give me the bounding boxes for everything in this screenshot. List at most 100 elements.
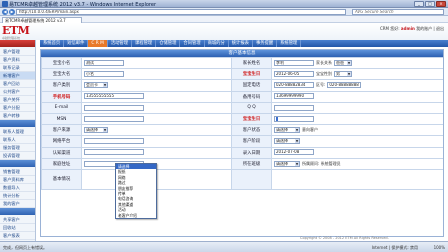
menu-item-1[interactable]: 短信邮件 [64, 40, 89, 47]
sidebar-item[interactable]: 共享客户 [0, 216, 35, 224]
tab-bar: 易TCMR卓越管理系统 2012 v3.7 [0, 16, 448, 23]
sidebar-item[interactable]: 回收站 [0, 224, 35, 232]
field-select[interactable]: 请选择 ▼ [84, 126, 108, 133]
form-row: 手机号码 13555555555 备用号码 13699999990 [41, 90, 443, 103]
menu-item-2[interactable]: C R M [88, 40, 108, 47]
copyright-text: Copyright © 2008 - 2012 ETM All Rights R… [300, 236, 389, 240]
sidebar-item[interactable]: 客户关怀 [0, 96, 35, 104]
field-input[interactable] [274, 115, 314, 122]
menu-item-5[interactable]: 仓储管理 [156, 40, 181, 47]
field-select[interactable]: 请选择 ▼ [274, 160, 300, 167]
field-cell: 测试 [81, 56, 232, 70]
minimize-button[interactable]: _ [414, 1, 424, 7]
chevron-down-icon: ▼ [347, 72, 351, 77]
menu-item-0[interactable]: 系统首页 [40, 40, 65, 47]
field-extra-label: 宝宝性别 [316, 71, 332, 77]
field-select[interactable]: 请选择 ▼ [274, 126, 300, 133]
sidebar-item[interactable]: 新增客户 [0, 72, 35, 80]
field-cell: 2012-06-05 宝宝性别男 ▼ [271, 68, 443, 81]
browser-search-input[interactable]: AVG Secure Search [352, 9, 444, 15]
sidebar-item[interactable]: 客户回访 [0, 80, 35, 88]
field-label: 录入日期 [231, 146, 272, 159]
field-input[interactable] [84, 115, 144, 122]
form-row: 认知渠道 录入日期 2012-07-08 [41, 146, 443, 159]
menu-item-9[interactable]: 事务提醒 [253, 40, 278, 47]
menu-item-8[interactable]: 统计报表 [229, 40, 253, 47]
field-select[interactable]: 会员卡 ▼ [84, 82, 108, 89]
field-label: 宝宝生日 [231, 68, 272, 81]
menu-item-3[interactable]: 活动管理 [108, 40, 132, 47]
customer-source-dropdown-list[interactable]: 请选择 报纸 网络 路过 朋友推荐 传单 电话咨询 其他渠道 活动 老客户介绍 [115, 163, 157, 219]
form-row: 宝宝小名 测试 家长姓名 李利 家长关系 爸爸 ▼ [41, 56, 443, 70]
field-input[interactable] [274, 104, 314, 111]
sidebar-item[interactable]: 数据导入 [0, 184, 35, 192]
field-label: 宝宝生日 [231, 112, 272, 126]
field-label: 宝宝小名 [41, 56, 82, 70]
sidebar-item[interactable]: 客户资料 [0, 56, 35, 64]
sidebar-item[interactable]: 销售管理 [0, 168, 35, 176]
user-links[interactable]: 我的账户 | 退出 [416, 26, 444, 31]
field-select[interactable]: 男 ▼ [334, 71, 352, 78]
field-input[interactable] [84, 149, 144, 156]
chevron-down-icon: ▼ [295, 139, 299, 144]
field-input[interactable]: 2012-06-05 [274, 71, 314, 78]
area-code-input[interactable]: 020-88888888 [327, 82, 362, 89]
field-input[interactable] [84, 138, 144, 145]
field-input[interactable]: 020-88882834 [274, 82, 314, 89]
field-input[interactable]: 2012-07-08 [274, 149, 314, 156]
menu-item-6[interactable]: 合同管理 [180, 40, 205, 47]
sidebar-item[interactable]: 投诉管理 [0, 152, 35, 160]
form-row: 家庭住址 所在班级 请选择 ▼ 所属顾问: 系统管理员 [41, 157, 443, 170]
customer-form: 宝宝小名 测试 家长姓名 李利 家长关系 爸爸 ▼ 宝宝大名 小名 宝宝生日 2012-06-05 宝… [41, 56, 443, 190]
user-greeting: CRM 您好: [379, 26, 400, 31]
address-input[interactable]: http://10.0.0.4/ERP/main.aspx [16, 9, 346, 15]
field-input[interactable]: 13555555555 [84, 93, 144, 100]
zoom-level[interactable]: 100% [434, 245, 445, 250]
field-input[interactable]: 小名 [84, 71, 124, 78]
sidebar-section-header [0, 40, 35, 47]
menu-item-4[interactable]: 课程管理 [132, 40, 157, 47]
sidebar-item[interactable]: 公共客户 [0, 88, 35, 96]
sidebar-item[interactable]: 联系人管理 [0, 128, 35, 136]
sidebar-item[interactable]: 客户资料库 [0, 176, 35, 184]
field-select[interactable]: 请选择 ▼ [274, 138, 300, 145]
back-icon[interactable]: ◀ [2, 9, 8, 15]
field-cell: 请选择 ▼ 意向客户 [271, 124, 443, 137]
browser-status-bar: 完成，但网页上有错误。 Internet | 保护模式: 禁用 100% [0, 241, 448, 252]
sidebar-item[interactable]: 服务管理 [0, 144, 35, 152]
user-bar: CRM 您好: admin 我的账户 | 退出 [380, 26, 444, 32]
field-label: MSN [41, 112, 82, 126]
maximize-button[interactable]: □ [425, 1, 435, 7]
forward-icon[interactable]: ▶ [9, 9, 15, 15]
sidebar-item[interactable]: 客户转移 [0, 112, 35, 120]
sidebar-item[interactable]: 统计分析 [0, 192, 35, 200]
sidebar-item[interactable]: 客户报表 [0, 232, 35, 240]
field-input[interactable] [84, 104, 144, 111]
app-header: ETM 卓越管理系统 CRM 您好: admin 我的账户 | 退出 [0, 23, 448, 40]
field-cell: 020-88882834 区号: 020-88888888 [271, 79, 443, 92]
field-cell [271, 168, 443, 190]
field-cell: 小名 [81, 68, 232, 81]
sidebar-item[interactable]: 客户管理 [0, 48, 35, 56]
user-name[interactable]: admin [401, 26, 415, 31]
field-input[interactable]: 李利 [274, 59, 314, 66]
field-cell: 2012-07-08 [271, 146, 443, 159]
chevron-down-icon: ▼ [295, 161, 299, 166]
menu-item-10[interactable]: 系统管理 [277, 40, 302, 47]
window-title: 易TCMR卓越管理系统 2012 v3.7 - Windows Internet… [9, 2, 157, 8]
sidebar-item[interactable]: 联系人 [0, 136, 35, 144]
sidebar-item[interactable]: 我的客户 [0, 200, 35, 208]
close-button[interactable]: × [436, 1, 446, 7]
field-cell [81, 146, 232, 159]
field-cell [271, 101, 443, 114]
dropdown-option[interactable]: 老客户介绍 [116, 213, 156, 218]
menu-item-7[interactable]: 商城的分 [205, 40, 229, 47]
sidebar-item[interactable]: 联系记录 [0, 64, 35, 72]
field-label: 客户阶段 [231, 135, 272, 148]
field-input[interactable]: 测试 [84, 59, 124, 66]
sidebar-item[interactable]: 客户分配 [0, 104, 35, 112]
field-select[interactable]: 爸爸 ▼ [334, 59, 352, 66]
status-text: 完成，但网页上有错误。 [3, 245, 47, 250]
field-label: 所在班级 [231, 157, 272, 170]
field-input[interactable]: 13699999990 [274, 93, 314, 100]
